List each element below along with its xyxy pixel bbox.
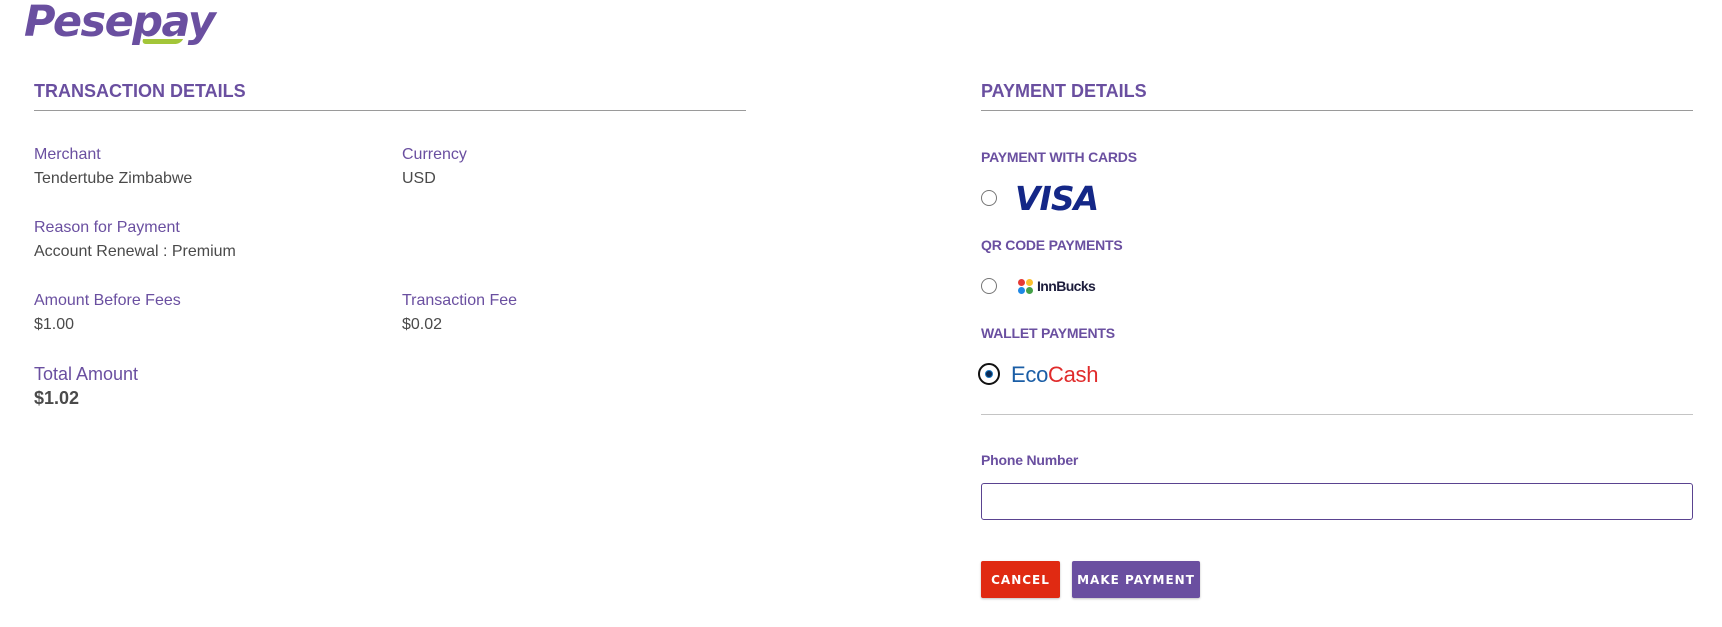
phone-number-label: Phone Number [981,452,1079,468]
currency-value: USD [402,170,436,187]
innbucks-label: InnBucks [1037,278,1096,294]
reason-value: Account Renewal : Premium [34,243,236,260]
visa-icon[interactable]: VISA [1015,179,1099,218]
ecocash-eco-text: Eco [1011,362,1049,387]
wallet-divider [981,414,1693,415]
innbucks-logo[interactable]: InnBucks [1018,278,1096,294]
make-payment-button[interactable]: MAKE PAYMENT [1072,561,1200,598]
merchant-label: Merchant [34,146,101,163]
phone-number-input[interactable] [981,483,1693,520]
payment-details-title: PAYMENT DETAILS [981,81,1147,101]
payment-with-cards-title: PAYMENT WITH CARDS [981,149,1137,165]
visa-radio[interactable] [981,190,997,206]
qr-code-payments-title: QR CODE PAYMENTS [981,237,1123,253]
innbucks-dots-icon [1018,278,1033,294]
amount-before-fees-label: Amount Before Fees [34,292,181,309]
ecocash-cash-text: Cash [1048,362,1099,387]
transaction-fee-label: Transaction Fee [402,292,518,309]
logo-text: Pesepay [24,0,216,47]
wallet-payments-title: WALLET PAYMENTS [981,325,1115,341]
reason-label: Reason for Payment [34,219,180,236]
amount-before-fees-value: $1.00 [34,316,75,333]
innbucks-radio[interactable] [981,278,997,294]
logo-swoosh [140,39,184,44]
ecocash-radio[interactable] [978,363,1000,385]
payment-divider [981,110,1693,111]
transaction-fee-value: $0.02 [402,316,443,333]
total-amount-label: Total Amount [34,364,139,384]
pesepay-logo: Pesepay [24,0,216,50]
ecocash-logo[interactable]: EcoCash [1011,362,1098,388]
merchant-value: Tendertube Zimbabwe [34,170,193,187]
currency-label: Currency [402,146,467,163]
total-amount-value: $1.02 [34,388,80,408]
transaction-details-title: TRANSACTION DETAILS [34,81,246,101]
cancel-button[interactable]: CANCEL [981,561,1060,598]
transaction-divider [34,110,746,111]
